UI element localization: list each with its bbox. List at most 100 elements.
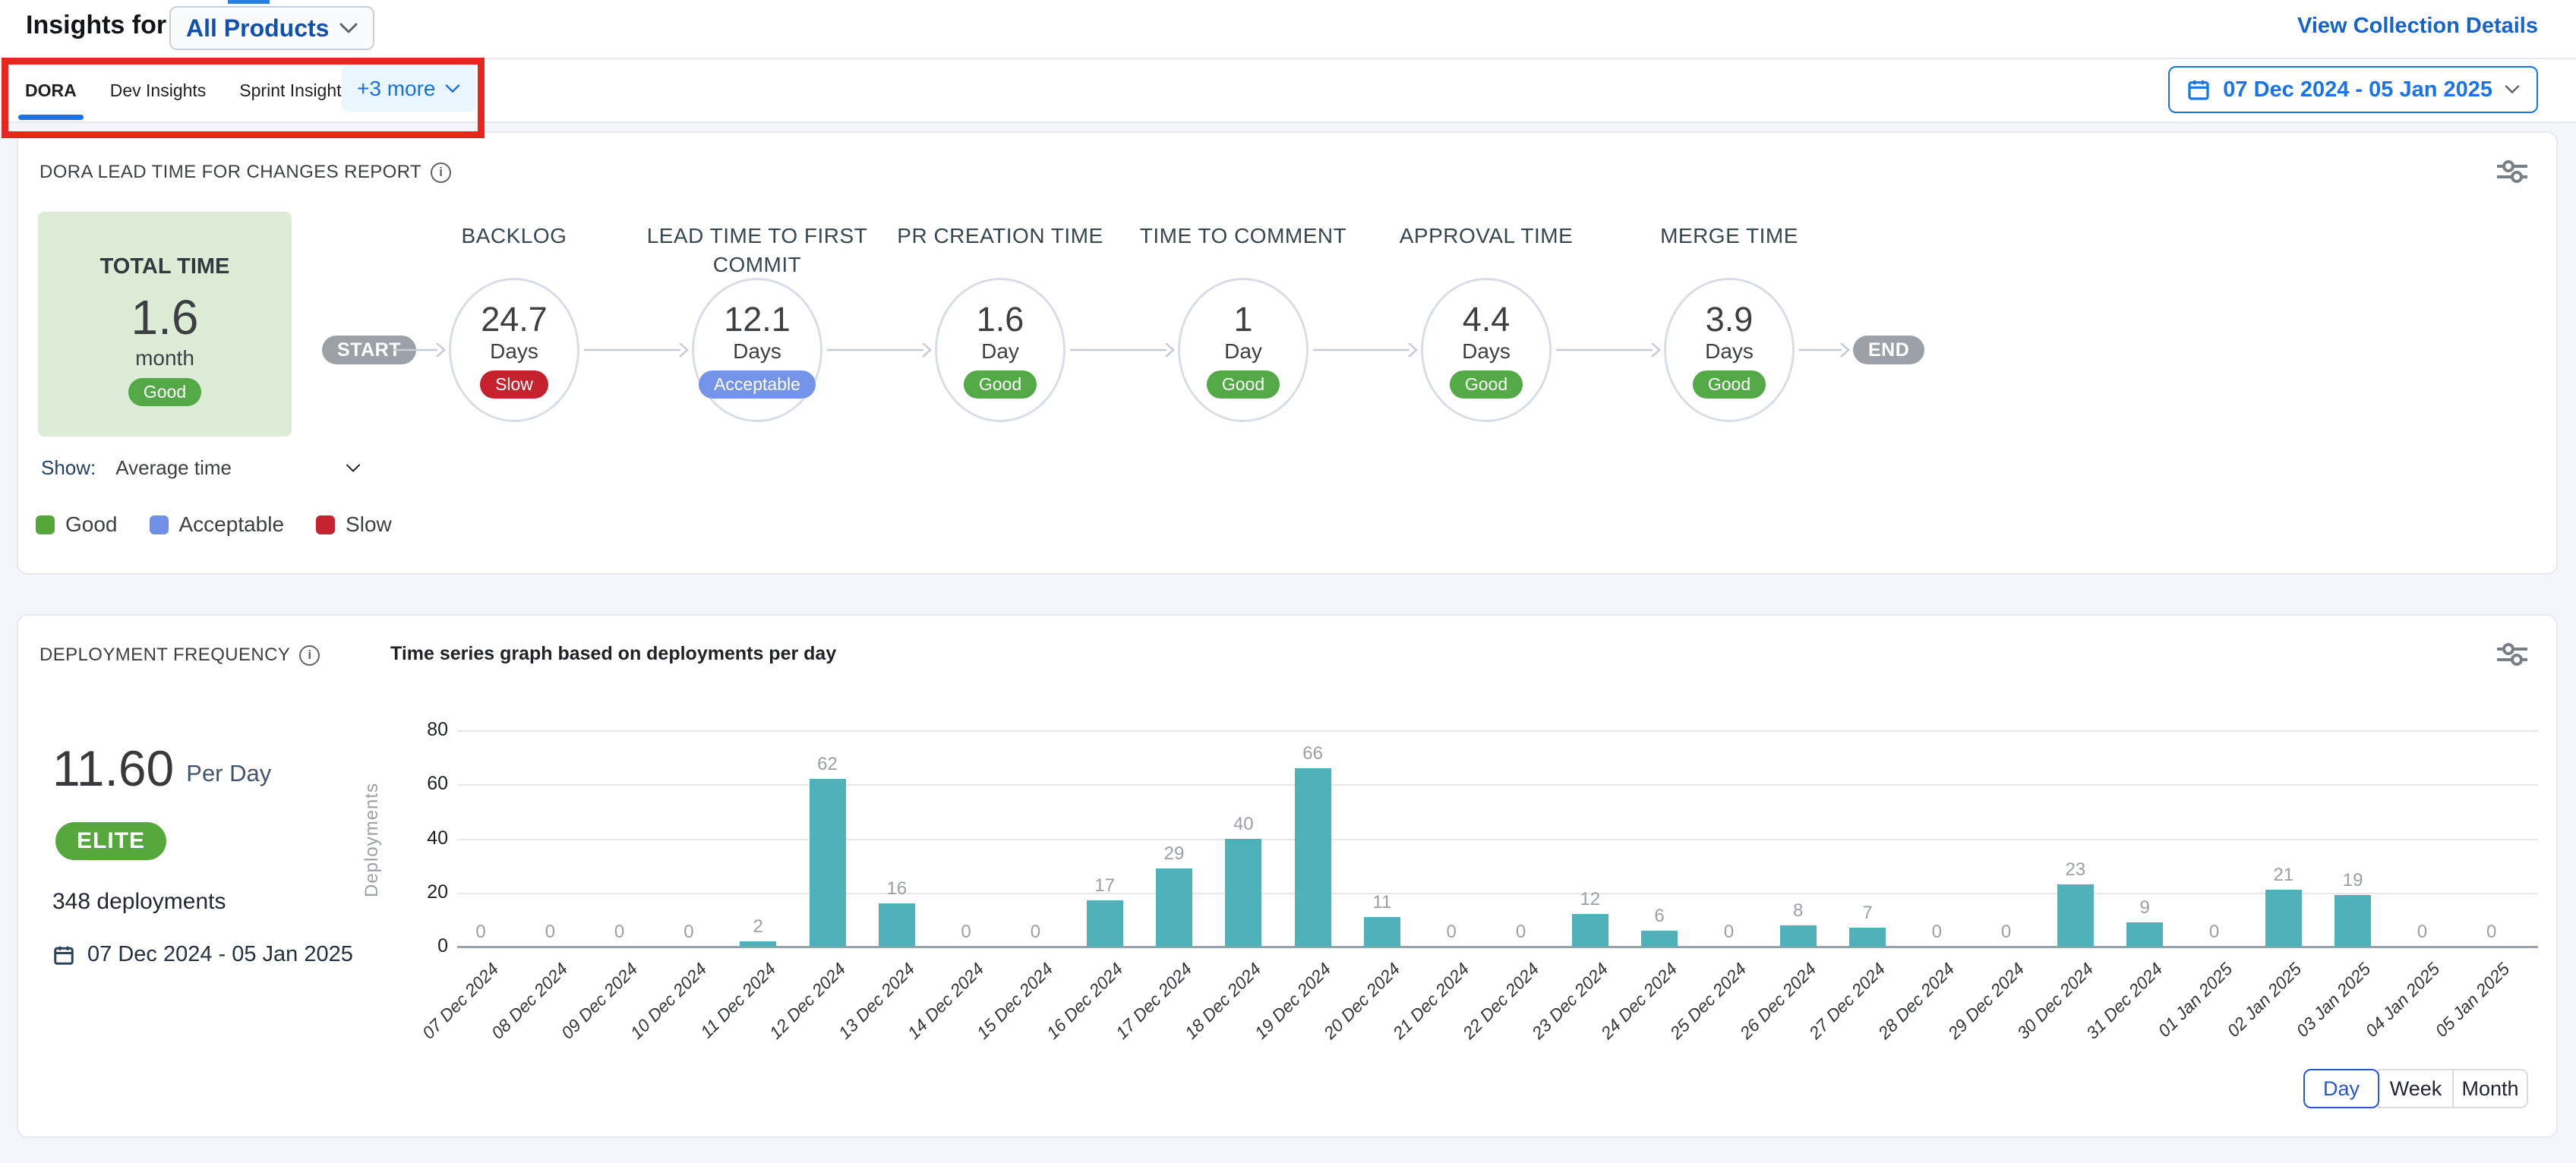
- stage-title-backlog: BACKLOG: [389, 222, 639, 251]
- show-metric-row: Show: Average time: [41, 456, 361, 480]
- stage-node-merge-time: 3.9DaysGood: [1664, 278, 1795, 422]
- bar-value-label: 0: [932, 922, 1000, 943]
- stage-unit: Days: [490, 339, 538, 364]
- bar-value-label: 0: [1487, 922, 1555, 943]
- bar-value-label: 62: [794, 754, 862, 775]
- legend-item-good: Good: [36, 512, 118, 537]
- stage-title-lead-time-to-first-commit: LEAD TIME TO FIRST COMMIT: [632, 222, 882, 279]
- stage-node-backlog: 24.7DaysSlow: [449, 278, 579, 422]
- stage-status-badge: Good: [1450, 370, 1523, 399]
- y-axis-tick: 0: [372, 935, 448, 957]
- y-axis-tick: 60: [372, 773, 448, 795]
- lead-time-card: DORA LEAD TIME FOR CHANGES REPORT i TOTA…: [17, 131, 2558, 575]
- bar-20-dec-2024[interactable]: [1364, 917, 1400, 947]
- legend-label: Good: [65, 512, 118, 537]
- flow-end-node: END: [1853, 336, 1924, 364]
- more-tabs-button[interactable]: +3 more: [342, 66, 475, 112]
- bar-value-label: 0: [2458, 922, 2526, 943]
- y-axis-tick: 20: [372, 881, 448, 903]
- calendar-icon: [2186, 77, 2211, 102]
- bar-value-label: 17: [1071, 875, 1139, 897]
- bar-value-label: 0: [1694, 922, 1763, 943]
- bar-30-dec-2024[interactable]: [2057, 884, 2094, 947]
- bar-value-label: 0: [1417, 922, 1485, 943]
- bar-value-label: 2: [724, 916, 792, 938]
- granularity-toggle: DayWeekMonth: [2303, 1069, 2528, 1108]
- cropped-ui-fragment: [228, 0, 270, 4]
- bar-value-label: 7: [1833, 903, 1902, 924]
- bar-31-dec-2024[interactable]: [2126, 922, 2163, 947]
- bar-value-label: 0: [447, 922, 515, 943]
- bar-26-dec-2024[interactable]: [1780, 925, 1817, 947]
- chevron-down-icon: [346, 464, 361, 473]
- bar-13-dec-2024[interactable]: [879, 903, 915, 947]
- legend-label: Slow: [346, 512, 392, 537]
- flow-arrow-icon: [1556, 341, 1661, 359]
- stage-value: 3.9: [1706, 301, 1754, 337]
- stage-value: 12.1: [724, 301, 791, 337]
- stage-value: 1.6: [977, 301, 1024, 337]
- bar-value-label: 21: [2249, 865, 2318, 886]
- bar-12-dec-2024[interactable]: [810, 779, 846, 947]
- bar-03-jan-2025[interactable]: [2334, 895, 2371, 947]
- gridline: [457, 730, 2538, 732]
- bar-value-label: 0: [2180, 922, 2249, 943]
- view-collection-details-link[interactable]: View Collection Details: [2297, 14, 2538, 39]
- stage-value: 24.7: [481, 301, 548, 337]
- bar-value-label: 40: [1209, 814, 1277, 835]
- bar-value-label: 16: [863, 878, 931, 900]
- gridline: [457, 893, 2538, 894]
- bar-16-dec-2024[interactable]: [1087, 900, 1123, 947]
- legend-swatch: [150, 515, 169, 534]
- bar-18-dec-2024[interactable]: [1225, 839, 1261, 947]
- stage-title-time-to-comment: TIME TO COMMENT: [1118, 222, 1368, 251]
- bar-value-label: 0: [2388, 922, 2456, 943]
- tab-dev-insights[interactable]: Dev Insights: [108, 59, 209, 121]
- legend-swatch: [36, 515, 55, 534]
- bar-value-label: 23: [2041, 859, 2110, 881]
- granularity-day[interactable]: Day: [2303, 1069, 2379, 1108]
- gridline: [457, 784, 2538, 786]
- bar-value-label: 11: [1348, 892, 1416, 913]
- bar-24-dec-2024[interactable]: [1641, 931, 1678, 947]
- flow-arrow-icon: [827, 341, 932, 359]
- stage-title-pr-creation-time: PR CREATION TIME: [875, 222, 1125, 251]
- date-range-picker[interactable]: 07 Dec 2024 - 05 Jan 2025: [2168, 66, 2538, 113]
- bar-27-dec-2024[interactable]: [1849, 928, 1886, 947]
- top-bar: Insights for All Products View Collectio…: [0, 0, 2576, 123]
- legend-item-slow: Slow: [316, 512, 392, 537]
- flow-arrow-icon: [1313, 341, 1418, 359]
- product-selector-button[interactable]: All Products: [169, 6, 374, 50]
- bar-02-jan-2025[interactable]: [2265, 890, 2302, 947]
- bar-value-label: 8: [1764, 900, 1833, 922]
- tab-dora[interactable]: DORA: [23, 59, 79, 121]
- status-legend: GoodAcceptableSlow: [36, 512, 392, 537]
- flow-arrow-icon: [584, 341, 689, 359]
- stage-node-pr-creation-time: 1.6DayGood: [935, 278, 1065, 422]
- granularity-week[interactable]: Week: [2378, 1069, 2454, 1108]
- stage-node-approval-time: 4.4Days Good: [1421, 278, 1552, 422]
- tabs: DORA Dev Insights Sprint Insights: [23, 59, 352, 121]
- bar-17-dec-2024[interactable]: [1156, 868, 1192, 947]
- stage-value: 4.4: [1463, 301, 1511, 337]
- stage-title-merge-time: MERGE TIME: [1604, 222, 1855, 251]
- deployments-bar-chart: Deployments 020406080007 Dec 2024008 Dec…: [18, 616, 2556, 1136]
- more-tabs-label: +3 more: [357, 77, 436, 101]
- bar-19-dec-2024[interactable]: [1295, 768, 1331, 947]
- stage-status-badge: Good: [1693, 370, 1766, 399]
- bar-23-dec-2024[interactable]: [1572, 914, 1608, 947]
- bar-value-label: 12: [1556, 889, 1624, 910]
- show-metric-dropdown[interactable]: Average time: [115, 456, 361, 480]
- flow-arrow-icon: [1799, 341, 1850, 359]
- bar-value-label: 9: [2110, 897, 2179, 919]
- tab-sprint-insights[interactable]: Sprint Insights: [237, 59, 352, 121]
- date-range-value: 07 Dec 2024 - 05 Jan 2025: [2223, 77, 2492, 102]
- stage-title-approval-time: APPROVAL TIME: [1361, 222, 1612, 251]
- page-title: Insights for: [26, 11, 166, 40]
- bar-11-dec-2024[interactable]: [740, 941, 776, 947]
- show-label: Show:: [41, 456, 96, 480]
- granularity-month[interactable]: Month: [2452, 1069, 2528, 1108]
- stage-status-badge: Good: [1207, 370, 1280, 399]
- stage-unit: Days: [1462, 339, 1511, 364]
- bar-value-label: 0: [1972, 922, 2041, 943]
